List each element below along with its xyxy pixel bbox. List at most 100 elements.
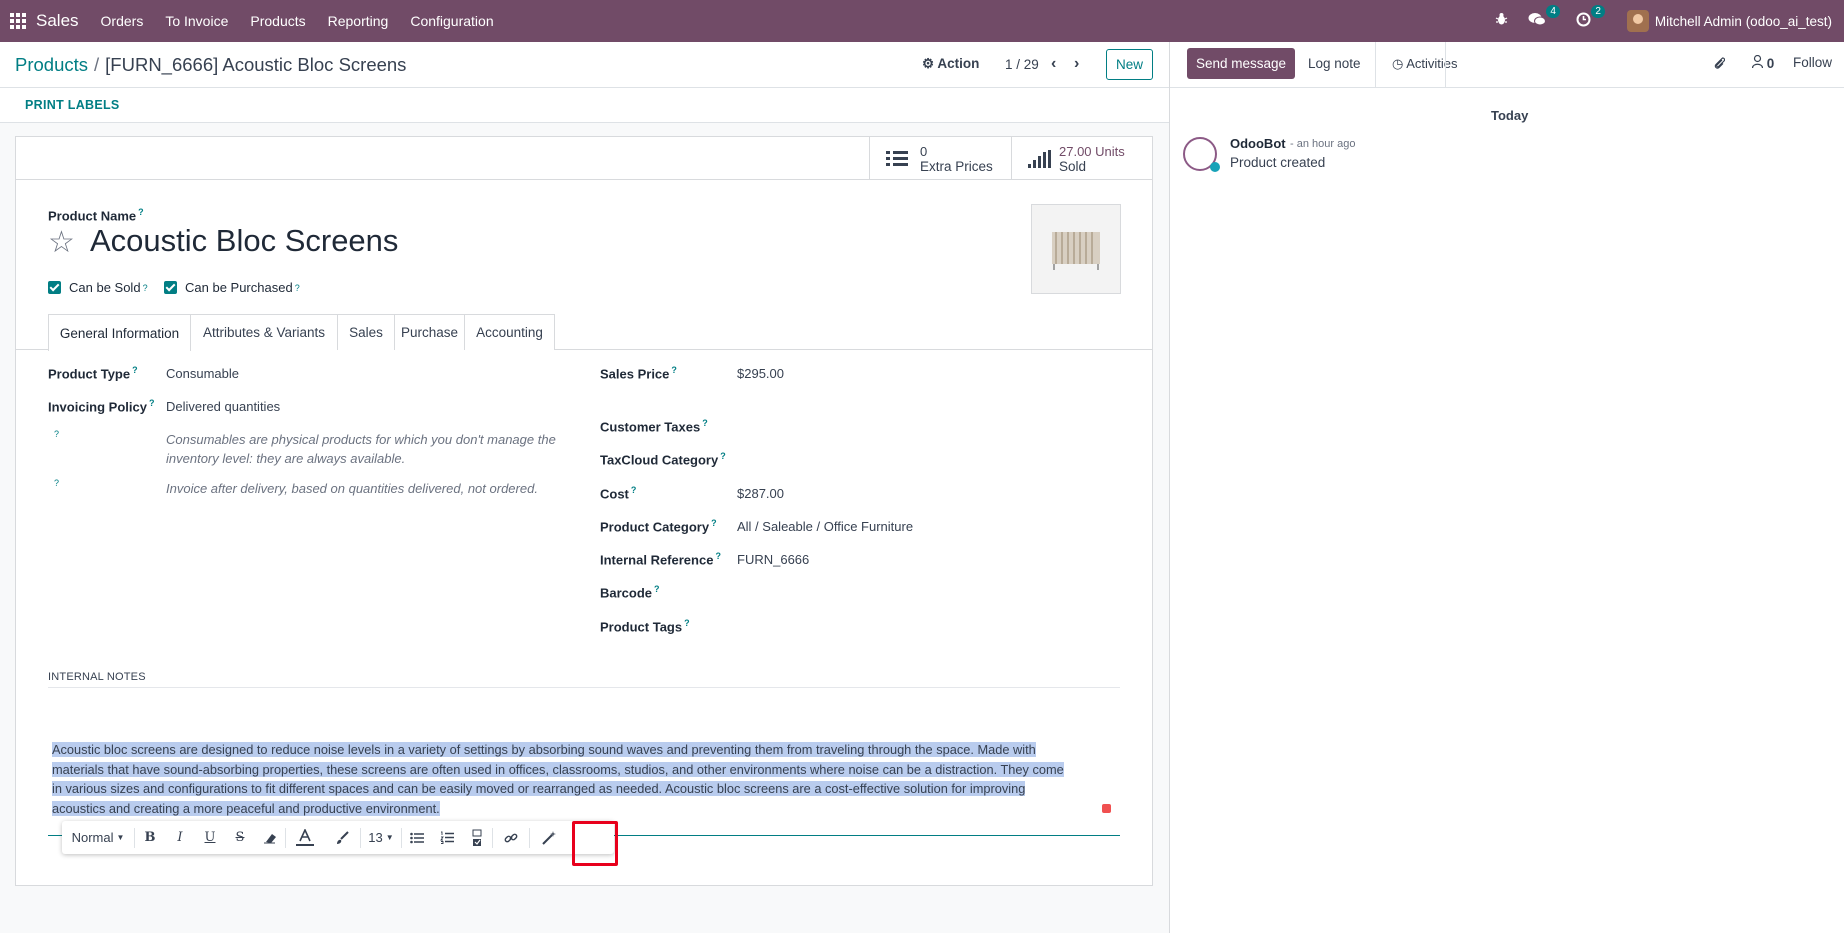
internal-notes-editor[interactable]: Acoustic bloc screens are designed to re… xyxy=(52,740,1102,818)
breadcrumb-products-link[interactable]: Products xyxy=(15,54,88,75)
product-type-label: Product Type? xyxy=(48,365,138,382)
chatter-panel: Send message Log note ◷ Activities 0 Fol… xyxy=(1169,42,1844,933)
debug-bug-icon[interactable] xyxy=(1495,12,1508,30)
pager-value[interactable]: 1 / 29 xyxy=(1005,57,1039,72)
gear-icon: ⚙ xyxy=(922,56,935,71)
action-button[interactable]: ⚙ Action xyxy=(922,56,979,72)
font-color-icon[interactable] xyxy=(286,821,324,854)
followers-button[interactable]: 0 xyxy=(1751,54,1774,71)
product-name-field[interactable]: Acoustic Bloc Screens xyxy=(90,223,398,259)
background-color-brush-icon[interactable] xyxy=(324,821,360,854)
italic-button[interactable]: I xyxy=(165,821,195,854)
notes-line-2: materials that have sound-absorbing prop… xyxy=(52,761,1064,777)
menu-to-invoice[interactable]: To Invoice xyxy=(165,13,228,29)
tab-general-information[interactable]: General Information xyxy=(48,314,191,351)
menu-configuration[interactable]: Configuration xyxy=(410,13,493,29)
product-type-field[interactable]: Consumable xyxy=(166,366,239,381)
breadcrumb: Products / [FURN_6666] Acoustic Bloc Scree… xyxy=(15,54,407,75)
notes-line-1: Acoustic bloc screens are designed to re… xyxy=(52,742,1036,757)
sold-label: Sold xyxy=(1059,158,1087,174)
invoicing-policy-label: Invoicing Policy? xyxy=(48,398,155,415)
odoobot-avatar xyxy=(1183,137,1220,172)
tab-attributes-variants[interactable]: Attributes & Variants xyxy=(191,314,338,350)
magic-wand-icon[interactable] xyxy=(530,821,568,854)
activities-badge: 2 xyxy=(1591,4,1605,18)
apps-menu-icon[interactable] xyxy=(0,0,36,42)
user-avatar[interactable] xyxy=(1626,10,1649,32)
control-panel: Products / [FURN_6666] Acoustic Bloc Scree… xyxy=(0,42,1169,88)
cost-label: Cost? xyxy=(600,485,637,502)
send-message-button[interactable]: Send message xyxy=(1187,48,1296,79)
notes-line-4: acoustics and creating a more peaceful a… xyxy=(52,800,440,816)
strikethrough-button[interactable]: S xyxy=(225,821,255,854)
menu-products[interactable]: Products xyxy=(250,13,305,29)
activities-clock-icon[interactable]: 2 xyxy=(1576,4,1605,31)
font-size-dropdown[interactable]: 13 ▼ xyxy=(361,821,401,854)
clock-icon: ◷ xyxy=(1392,56,1404,71)
date-separator: Today xyxy=(1491,108,1529,123)
product-category-label: Product Category? xyxy=(600,518,717,535)
messages-badge: 4 xyxy=(1546,5,1560,18)
product-image[interactable] xyxy=(1031,204,1121,294)
sales-price-label: Sales Price? xyxy=(600,365,677,382)
app-brand[interactable]: Sales xyxy=(36,11,79,31)
cost-field[interactable]: $287.00 xyxy=(737,486,784,501)
text-editor-toolbar: Normal ▼ B I U S 13 ▼ xyxy=(62,821,614,854)
help-consumable-text: Consumables are physical products for wh… xyxy=(166,432,556,466)
person-icon xyxy=(1751,54,1767,71)
can-be-purchased-checkbox[interactable]: Can be Purchased? xyxy=(164,280,300,295)
messages-icon[interactable]: 4 xyxy=(1528,5,1560,30)
smart-button-box: 0 Extra Prices 27.00 Units Sold xyxy=(16,137,1152,180)
new-button[interactable]: New xyxy=(1106,49,1153,80)
pager-previous-icon[interactable]: ‹ xyxy=(1051,55,1056,73)
message-body: Product created xyxy=(1230,155,1326,170)
print-labels-button[interactable]: PRINT LABELS xyxy=(25,98,120,112)
top-navbar: Sales Orders To Invoice Products Reporti… xyxy=(0,0,1844,42)
barcode-label: Barcode? xyxy=(600,584,660,601)
follow-button[interactable]: Follow xyxy=(1793,55,1832,70)
paragraph-style-dropdown[interactable]: Normal ▼ xyxy=(62,821,134,854)
link-icon[interactable] xyxy=(493,821,529,854)
numbered-list-icon[interactable] xyxy=(432,821,462,854)
help-question-icon: ? xyxy=(54,429,60,439)
tab-purchase[interactable]: Purchase xyxy=(395,314,465,350)
action-label: Action xyxy=(937,56,980,71)
form-tabs: General Information Attributes & Variant… xyxy=(16,314,1152,351)
help-invoice-text: Invoice after delivery, based on quantit… xyxy=(166,481,538,496)
bullet-list-icon[interactable] xyxy=(402,821,432,854)
favorite-star-icon[interactable]: ☆ xyxy=(48,225,75,260)
help-question-icon: ? xyxy=(54,478,60,488)
internal-reference-field[interactable]: FURN_6666 xyxy=(737,552,809,567)
highlight-box-magic-wand xyxy=(572,821,618,866)
form-sheet: 0 Extra Prices 27.00 Units Sold Product … xyxy=(15,136,1153,886)
tab-accounting[interactable]: Accounting xyxy=(465,314,555,350)
activities-button[interactable]: ◷ Activities xyxy=(1392,56,1458,72)
checklist-icon[interactable] xyxy=(462,821,492,854)
grammar-indicator-icon[interactable] xyxy=(1102,804,1111,813)
menu-reporting[interactable]: Reporting xyxy=(328,13,389,29)
attachment-paperclip-icon[interactable] xyxy=(1713,55,1726,73)
bold-button[interactable]: B xyxy=(135,821,165,854)
menu-orders[interactable]: Orders xyxy=(101,13,144,29)
user-menu[interactable]: Mitchell Admin (odoo_ai_test) xyxy=(1655,14,1832,29)
pager-next-icon[interactable]: › xyxy=(1074,55,1079,73)
product-category-field[interactable]: All / Saleable / Office Furniture xyxy=(737,519,913,534)
extra-prices-label: Extra Prices xyxy=(920,158,993,174)
list-icon xyxy=(886,150,908,168)
can-be-sold-checkbox[interactable]: Can be Sold? xyxy=(48,280,148,295)
message-author[interactable]: OdooBot xyxy=(1230,136,1286,151)
invoicing-policy-field[interactable]: Delivered quantities xyxy=(166,399,280,414)
breadcrumb-current: [FURN_6666] Acoustic Bloc Screens xyxy=(105,54,407,75)
internal-notes-heading: INTERNAL NOTES xyxy=(48,671,146,683)
notes-line-3: in various sizes and configurations to f… xyxy=(52,781,1026,797)
sales-price-field[interactable]: $295.00 xyxy=(737,366,784,381)
underline-button[interactable]: U xyxy=(195,821,225,854)
log-note-button[interactable]: Log note xyxy=(1308,56,1361,71)
extra-prices-button[interactable]: 0 Extra Prices xyxy=(869,137,1011,180)
signal-bars-icon xyxy=(1028,149,1051,168)
eraser-icon[interactable] xyxy=(255,821,285,854)
sold-button[interactable]: 27.00 Units Sold xyxy=(1011,137,1152,180)
tab-sales[interactable]: Sales xyxy=(338,314,395,350)
extra-prices-value: 0 xyxy=(920,143,928,159)
notes-divider xyxy=(48,687,1120,688)
